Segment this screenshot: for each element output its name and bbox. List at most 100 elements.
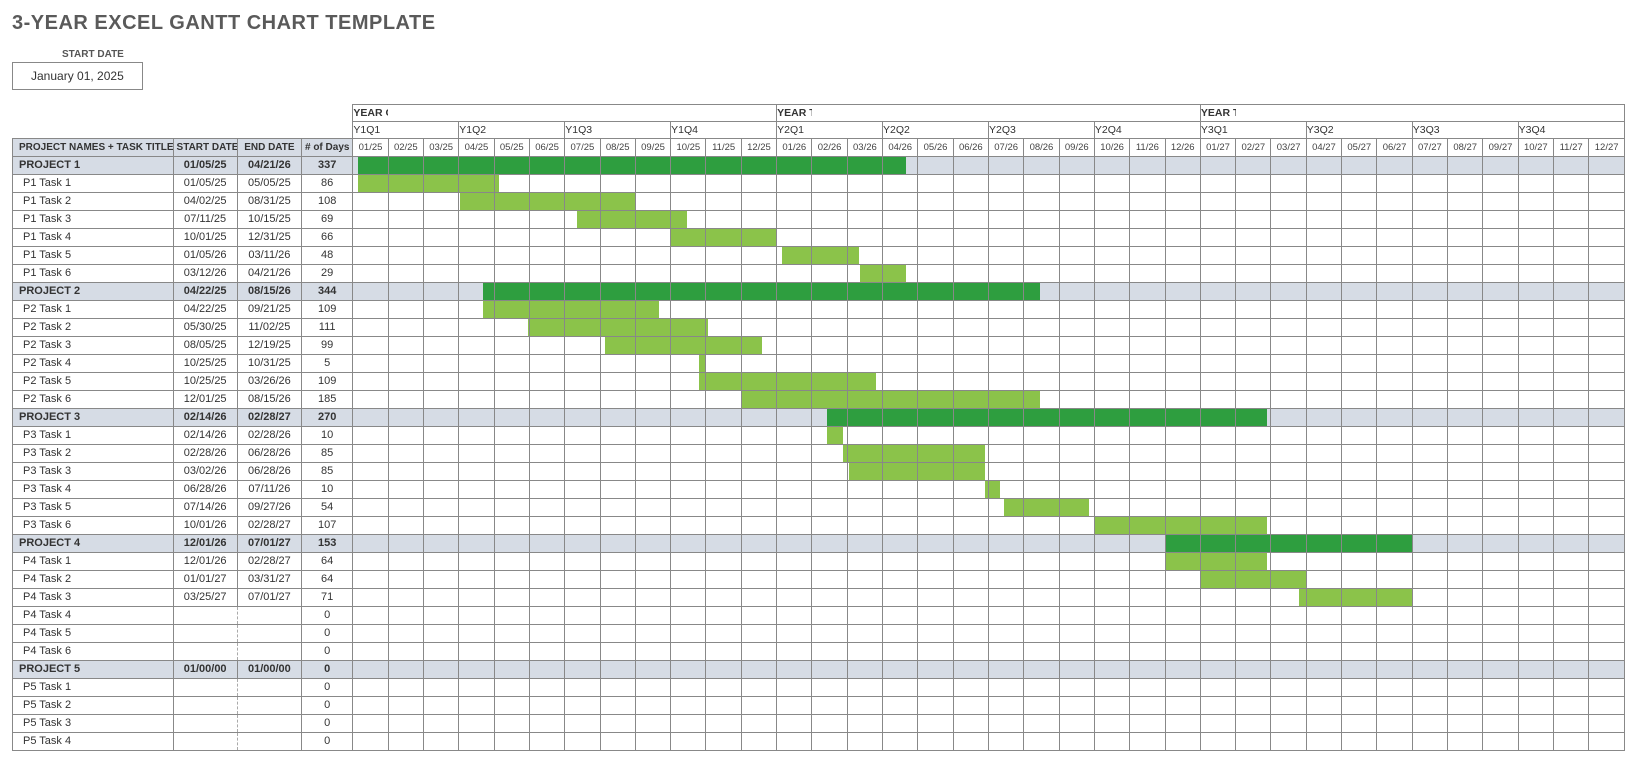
gantt-bar: [530, 193, 564, 210]
row-name[interactable]: P4 Task 6: [13, 643, 174, 661]
gantt-bar: [848, 445, 882, 462]
row-end[interactable]: [237, 697, 301, 715]
gantt-bar: [1236, 517, 1267, 534]
row-end[interactable]: 05/05/25: [237, 175, 301, 193]
gantt-bar: [1201, 535, 1235, 552]
row-start[interactable]: 03/02/26: [173, 463, 237, 481]
row-end[interactable]: 02/28/26: [237, 427, 301, 445]
row-end[interactable]: 07/01/27: [237, 589, 301, 607]
row-start[interactable]: [173, 733, 237, 751]
row-name[interactable]: P4 Task 5: [13, 625, 174, 643]
row-end[interactable]: 10/31/25: [237, 355, 301, 373]
row-end[interactable]: [237, 715, 301, 733]
row-start[interactable]: 01/01/27: [173, 571, 237, 589]
gantt-bar: [1236, 571, 1270, 588]
row-name[interactable]: P1 Task 1: [13, 175, 174, 193]
row-end[interactable]: 02/28/27: [237, 553, 301, 571]
row-name[interactable]: P2 Task 5: [13, 373, 174, 391]
row-name[interactable]: P4 Task 1: [13, 553, 174, 571]
row-end[interactable]: 12/19/25: [237, 337, 301, 355]
row-start[interactable]: [173, 607, 237, 625]
row-name[interactable]: P4 Task 4: [13, 607, 174, 625]
row-end[interactable]: 06/28/26: [237, 463, 301, 481]
gantt-bar: [918, 463, 952, 480]
row-end[interactable]: 02/28/27: [237, 517, 301, 535]
row-name[interactable]: P1 Task 2: [13, 193, 174, 211]
row-name[interactable]: P3 Task 5: [13, 499, 174, 517]
row-start[interactable]: 10/01/26: [173, 517, 237, 535]
gantt-bar: [918, 283, 952, 300]
row-start[interactable]: 01/05/25: [173, 175, 237, 193]
row-start[interactable]: 03/12/26: [173, 265, 237, 283]
row-start[interactable]: [173, 643, 237, 661]
row-start[interactable]: [173, 715, 237, 733]
row-end[interactable]: 06/28/26: [237, 445, 301, 463]
row-start[interactable]: 04/02/25: [173, 193, 237, 211]
row-start[interactable]: 05/30/25: [173, 319, 237, 337]
row-start[interactable]: 12/01/26: [173, 553, 237, 571]
row-name[interactable]: P3 Task 6: [13, 517, 174, 535]
row-end[interactable]: [237, 607, 301, 625]
row-start[interactable]: 12/01/25: [173, 391, 237, 409]
row-start[interactable]: 08/05/25: [173, 337, 237, 355]
row-name[interactable]: P2 Task 1: [13, 301, 174, 319]
row-name[interactable]: P3 Task 4: [13, 481, 174, 499]
row-name[interactable]: P5 Task 2: [13, 697, 174, 715]
row-start[interactable]: 10/25/25: [173, 373, 237, 391]
row-name[interactable]: P1 Task 6: [13, 265, 174, 283]
row-name[interactable]: P5 Task 4: [13, 733, 174, 751]
row-start[interactable]: 10/01/25: [173, 229, 237, 247]
month-header: 06/25: [529, 139, 564, 157]
col-name-header: PROJECT NAMES + TASK TITLES: [13, 139, 174, 157]
row-end: 07/01/27: [237, 535, 301, 553]
row-name[interactable]: P4 Task 2: [13, 571, 174, 589]
row-start[interactable]: 10/25/25: [173, 355, 237, 373]
row-end[interactable]: 11/02/25: [237, 319, 301, 337]
row-end[interactable]: 03/26/26: [237, 373, 301, 391]
row-name[interactable]: P3 Task 3: [13, 463, 174, 481]
row-end[interactable]: [237, 625, 301, 643]
row-end[interactable]: 03/31/27: [237, 571, 301, 589]
gantt-bar: [577, 211, 600, 228]
row-name[interactable]: P5 Task 3: [13, 715, 174, 733]
row-start[interactable]: 02/14/26: [173, 427, 237, 445]
row-end[interactable]: [237, 643, 301, 661]
row-end[interactable]: 08/15/26: [237, 391, 301, 409]
row-start[interactable]: 04/22/25: [173, 301, 237, 319]
row-name[interactable]: P1 Task 3: [13, 211, 174, 229]
row-end[interactable]: [237, 679, 301, 697]
row-end[interactable]: 07/11/26: [237, 481, 301, 499]
gantt-bar: [777, 157, 811, 174]
start-date-input[interactable]: January 01, 2025: [12, 62, 143, 90]
row-end[interactable]: [237, 733, 301, 751]
row-name[interactable]: P5 Task 1: [13, 679, 174, 697]
row-end[interactable]: 03/11/26: [237, 247, 301, 265]
row-name[interactable]: P3 Task 1: [13, 427, 174, 445]
row-name[interactable]: P1 Task 5: [13, 247, 174, 265]
row-name[interactable]: P2 Task 4: [13, 355, 174, 373]
row-end[interactable]: 04/21/26: [237, 265, 301, 283]
row-name[interactable]: P2 Task 6: [13, 391, 174, 409]
row-name[interactable]: P1 Task 4: [13, 229, 174, 247]
gantt-bar: [636, 157, 670, 174]
row-start[interactable]: [173, 625, 237, 643]
row-name[interactable]: P2 Task 2: [13, 319, 174, 337]
row-start[interactable]: 07/11/25: [173, 211, 237, 229]
quarter-header: Y3Q4: [1518, 122, 1553, 139]
row-start[interactable]: 07/14/26: [173, 499, 237, 517]
row-name[interactable]: P3 Task 2: [13, 445, 174, 463]
row-start[interactable]: [173, 679, 237, 697]
row-start[interactable]: 01/05/26: [173, 247, 237, 265]
row-end[interactable]: 10/15/25: [237, 211, 301, 229]
row-end[interactable]: 09/27/26: [237, 499, 301, 517]
row-end[interactable]: 09/21/25: [237, 301, 301, 319]
row-end[interactable]: 08/31/25: [237, 193, 301, 211]
row-start[interactable]: [173, 697, 237, 715]
month-header: 08/26: [1024, 139, 1059, 157]
row-end[interactable]: 12/31/25: [237, 229, 301, 247]
row-start[interactable]: 02/28/26: [173, 445, 237, 463]
row-name[interactable]: P4 Task 3: [13, 589, 174, 607]
row-start[interactable]: 03/25/27: [173, 589, 237, 607]
row-start[interactable]: 06/28/26: [173, 481, 237, 499]
row-name[interactable]: P2 Task 3: [13, 337, 174, 355]
